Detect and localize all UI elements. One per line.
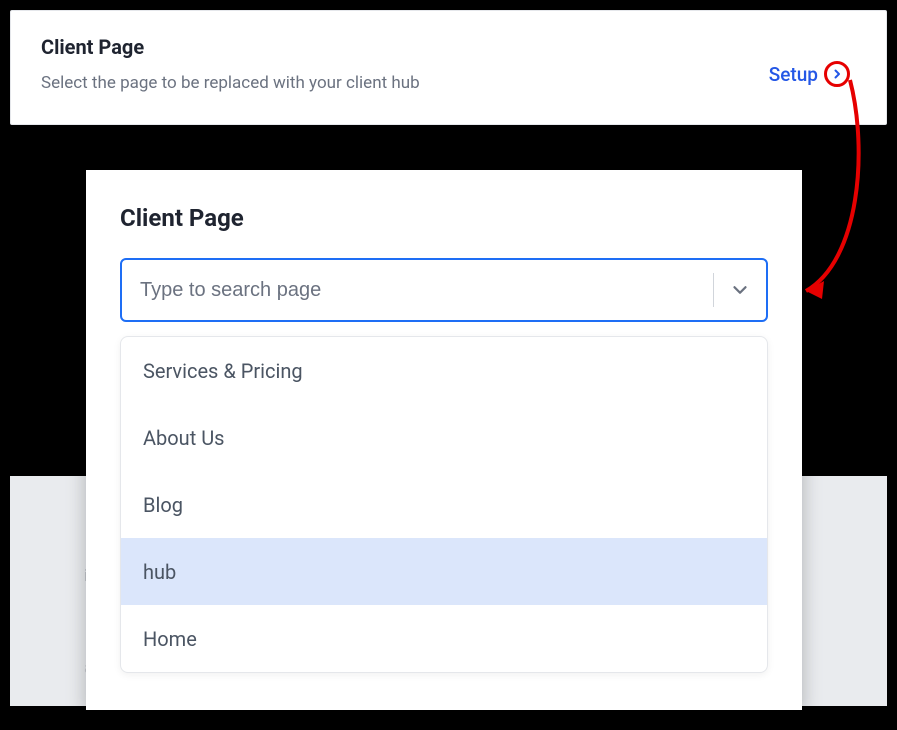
setup-link[interactable]: Setup xyxy=(769,61,850,87)
dropdown-option[interactable]: About Us xyxy=(121,404,767,471)
page-search-input[interactable] xyxy=(140,260,703,320)
page-dropdown: Services & PricingAbout UsBloghubHome xyxy=(120,336,768,673)
modal-title: Client Page xyxy=(120,204,768,232)
dropdown-option[interactable]: Home xyxy=(121,605,767,672)
dropdown-option[interactable]: Blog xyxy=(121,471,767,538)
client-page-modal: Client Page Services & PricingAbout UsBl… xyxy=(86,170,802,710)
chevron-right-icon xyxy=(824,61,850,87)
dropdown-option[interactable]: Services & Pricing xyxy=(121,337,767,404)
dropdown-option[interactable]: hub xyxy=(121,538,767,605)
header-subtitle: Select the page to be replaced with your… xyxy=(41,73,420,93)
chevron-down-icon[interactable] xyxy=(728,278,752,302)
client-page-header: Client Page Select the page to be replac… xyxy=(10,10,887,125)
header-title: Client Page xyxy=(41,35,420,59)
select-divider xyxy=(713,273,714,307)
setup-link-label: Setup xyxy=(769,63,818,86)
page-select[interactable] xyxy=(120,258,768,322)
